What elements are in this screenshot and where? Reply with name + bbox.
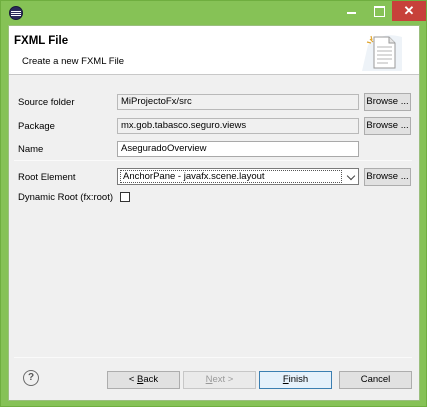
source-folder-browse-button[interactable]: Browse ...: [364, 93, 411, 111]
back-button[interactable]: < Back: [107, 371, 180, 389]
maximize-button[interactable]: [365, 1, 392, 21]
next-mnemonic: N: [205, 374, 213, 385]
dynamic-root-label: Dynamic Root (fx:root): [18, 192, 114, 203]
source-folder-field[interactable]: MiProjectoFx/src: [117, 94, 359, 110]
finish-button[interactable]: Finish: [259, 371, 332, 389]
wizard-header: FXML File Create a new FXML File: [9, 26, 419, 75]
name-input[interactable]: AseguradoOverview: [117, 141, 359, 157]
page-title: FXML File: [14, 35, 69, 47]
root-element-select[interactable]: AnchorPane - javafx.scene.layout: [117, 168, 359, 185]
root-element-label: Root Element: [18, 172, 76, 183]
chevron-down-icon[interactable]: [346, 171, 356, 181]
root-element-browse-button[interactable]: Browse ...: [364, 168, 411, 186]
root-element-value: AnchorPane - javafx.scene.layout: [120, 170, 342, 183]
new-file-icon: [362, 35, 402, 71]
separator: [14, 160, 412, 161]
footer-separator: [14, 357, 412, 358]
dialog-window: ✕ FXML File Create a new FXML File Sourc…: [0, 0, 427, 407]
next-label: ext >: [212, 374, 234, 385]
page-subtitle: Create a new FXML File: [22, 56, 125, 67]
title-bar[interactable]: ✕: [1, 1, 426, 25]
finish-label: inish: [288, 374, 309, 385]
close-button[interactable]: ✕: [392, 1, 426, 21]
package-field[interactable]: mx.gob.tabasco.seguro.views: [117, 118, 359, 134]
back-label: ack: [143, 374, 159, 385]
name-label: Name: [18, 144, 44, 155]
back-prefix: <: [128, 374, 138, 385]
package-browse-button[interactable]: Browse ...: [364, 117, 411, 135]
app-icon: [9, 6, 23, 20]
minimize-button[interactable]: [338, 1, 365, 21]
next-button[interactable]: Next >: [183, 371, 256, 389]
dialog-client-area: FXML File Create a new FXML File Source …: [8, 25, 420, 401]
cancel-button[interactable]: Cancel: [339, 371, 412, 389]
package-label: Package: [18, 121, 55, 132]
source-folder-label: Source folder: [18, 97, 75, 108]
help-icon[interactable]: ?: [23, 370, 39, 386]
dynamic-root-checkbox[interactable]: [120, 192, 130, 202]
